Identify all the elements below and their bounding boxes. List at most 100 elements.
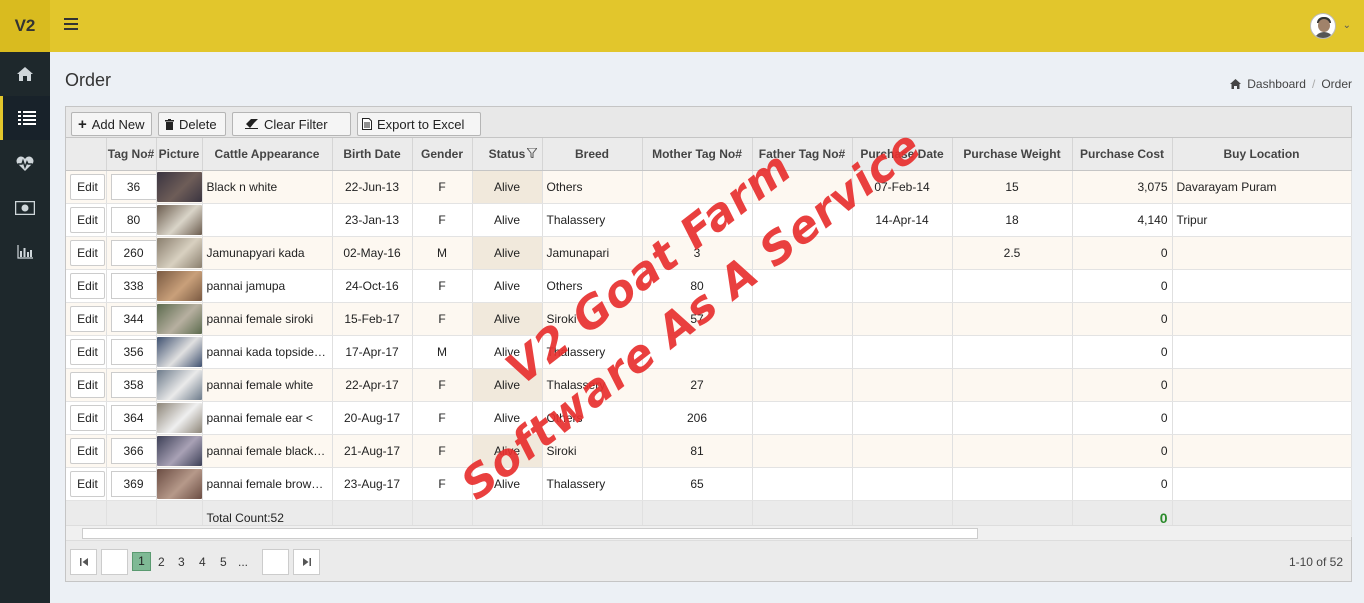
prev-page-button[interactable] bbox=[101, 549, 128, 575]
edit-button[interactable]: Edit bbox=[70, 371, 105, 398]
column-header-3[interactable]: Cattle Appearance bbox=[202, 138, 333, 171]
goat-photo[interactable] bbox=[156, 336, 201, 367]
goat-photo[interactable] bbox=[156, 237, 201, 268]
birth-date: 17-Apr-17 bbox=[332, 335, 413, 369]
breed: Thalassery bbox=[542, 203, 643, 237]
sidebar bbox=[0, 52, 50, 603]
column-header-6[interactable]: Status bbox=[472, 138, 543, 171]
edit-button[interactable]: Edit bbox=[70, 470, 105, 497]
goat-photo[interactable] bbox=[156, 435, 201, 466]
sidebar-item-home[interactable] bbox=[0, 52, 50, 96]
column-header-12[interactable]: Purchase Cost bbox=[1072, 138, 1173, 171]
column-header-7[interactable]: Breed bbox=[542, 138, 643, 171]
edit-button[interactable]: Edit bbox=[70, 437, 105, 464]
status: Alive bbox=[472, 269, 543, 303]
user-avatar[interactable] bbox=[1310, 13, 1336, 39]
filter-icon[interactable] bbox=[526, 148, 537, 158]
clear-filter-button[interactable]: Clear Filter bbox=[232, 112, 351, 136]
page-1[interactable]: 1 bbox=[132, 552, 151, 571]
tag-number[interactable]: 260 bbox=[110, 239, 155, 266]
page-5[interactable]: 5 bbox=[220, 555, 227, 569]
column-header-4[interactable]: Birth Date bbox=[332, 138, 413, 171]
goat-photo[interactable] bbox=[156, 402, 201, 433]
first-page-button[interactable] bbox=[70, 549, 97, 575]
tag-number[interactable]: 80 bbox=[110, 206, 155, 233]
purchase-weight bbox=[952, 467, 1073, 501]
birth-date: 23-Jan-13 bbox=[332, 203, 413, 237]
next-page-button[interactable] bbox=[262, 549, 289, 575]
edit-button[interactable]: Edit bbox=[70, 272, 105, 299]
order-grid: + Add New Delete Clear Filter Export to … bbox=[65, 106, 1352, 582]
menu-toggle-icon[interactable] bbox=[64, 18, 78, 34]
sidebar-item-health[interactable] bbox=[0, 142, 50, 186]
table-row[interactable]: Edit 358 pannai female white 22-Apr-17 F Aliv… bbox=[66, 368, 1352, 402]
tag-number[interactable]: 344 bbox=[110, 305, 155, 332]
tag-number[interactable]: 338 bbox=[110, 272, 155, 299]
export-excel-button[interactable]: Export to Excel bbox=[357, 112, 481, 136]
breed: Others bbox=[542, 170, 643, 204]
tag-number[interactable]: 36 bbox=[110, 173, 155, 200]
edit-button[interactable]: Edit bbox=[70, 404, 105, 431]
page-2[interactable]: 2 bbox=[158, 555, 165, 569]
tag-number[interactable]: 358 bbox=[110, 371, 155, 398]
total-cost: 0 bbox=[1159, 510, 1168, 526]
buy-location bbox=[1172, 335, 1352, 369]
last-page-button[interactable] bbox=[293, 549, 320, 575]
table-row[interactable]: Edit369 pannai female brown white23-Aug-1… bbox=[66, 467, 1352, 501]
tag-number[interactable]: 369 bbox=[110, 470, 155, 497]
father-tag bbox=[752, 401, 853, 435]
sidebar-item-list[interactable] bbox=[0, 96, 50, 140]
delete-button[interactable]: Delete bbox=[158, 112, 226, 136]
breadcrumb-current: Order bbox=[1321, 77, 1352, 91]
table-row[interactable]: Edit 364 pannai female ear < 20-Aug-17 F Ali… bbox=[66, 401, 1352, 435]
mother-tag: 206 bbox=[642, 401, 753, 435]
column-header-8[interactable]: Mother Tag No# bbox=[642, 138, 753, 171]
breadcrumb-dashboard[interactable]: Dashboard bbox=[1247, 77, 1306, 91]
purchase-date bbox=[852, 368, 953, 402]
table-row[interactable]: Edit 356 pannai kada topside white 17-Apr-1… bbox=[66, 335, 1352, 369]
edit-button[interactable]: Edit bbox=[70, 239, 105, 266]
page-4[interactable]: 4 bbox=[199, 555, 206, 569]
column-header-1[interactable]: Tag No# bbox=[106, 138, 157, 171]
goat-photo[interactable] bbox=[156, 369, 201, 400]
goat-photo[interactable] bbox=[156, 468, 201, 499]
cattle-appearance: Black n white bbox=[202, 170, 333, 204]
horizontal-scrollbar[interactable] bbox=[66, 525, 1351, 541]
buy-location bbox=[1172, 401, 1352, 435]
add-new-button[interactable]: + Add New bbox=[71, 112, 152, 136]
goat-photo[interactable] bbox=[156, 204, 201, 235]
cattle-appearance: pannai female black side bbox=[202, 434, 333, 468]
home-icon bbox=[17, 67, 33, 81]
page-3[interactable]: 3 bbox=[178, 555, 185, 569]
edit-button[interactable]: Edit bbox=[70, 338, 105, 365]
picture-cell bbox=[156, 467, 203, 501]
scrollbar-thumb[interactable] bbox=[82, 528, 978, 539]
column-header-2[interactable]: Picture bbox=[156, 138, 203, 171]
column-header-5[interactable]: Gender bbox=[412, 138, 473, 171]
tag-number[interactable]: 364 bbox=[110, 404, 155, 431]
tag-number[interactable]: 366 bbox=[110, 437, 155, 464]
purchase-date bbox=[852, 236, 953, 270]
purchase-weight bbox=[952, 269, 1073, 303]
table-row[interactable]: Edit 366 pannai female black side 21-Aug-17… bbox=[66, 434, 1352, 468]
goat-photo[interactable] bbox=[156, 171, 201, 202]
birth-date: 20-Aug-17 bbox=[332, 401, 413, 435]
chevron-down-icon[interactable]: ⌄ bbox=[1343, 20, 1351, 31]
gender: F bbox=[412, 203, 473, 237]
column-header-11[interactable]: Purchase Weight bbox=[952, 138, 1073, 171]
edit-button[interactable]: Edit bbox=[70, 206, 105, 233]
edit-cell: Edit bbox=[66, 236, 107, 270]
picture-cell bbox=[156, 203, 203, 237]
purchase-weight bbox=[952, 335, 1073, 369]
sidebar-item-finance[interactable] bbox=[0, 186, 50, 230]
goat-photo[interactable] bbox=[156, 270, 201, 301]
sidebar-item-reports[interactable] bbox=[0, 230, 50, 274]
column-header-13[interactable]: Buy Location bbox=[1172, 138, 1352, 171]
column-header-0[interactable] bbox=[66, 138, 107, 171]
tag-number[interactable]: 356 bbox=[110, 338, 155, 365]
edit-button[interactable]: Edit bbox=[70, 173, 105, 200]
page-6[interactable]: ... bbox=[238, 555, 248, 569]
app-logo[interactable]: V2 bbox=[0, 0, 50, 52]
goat-photo[interactable] bbox=[156, 303, 201, 334]
edit-button[interactable]: Edit bbox=[70, 305, 105, 332]
